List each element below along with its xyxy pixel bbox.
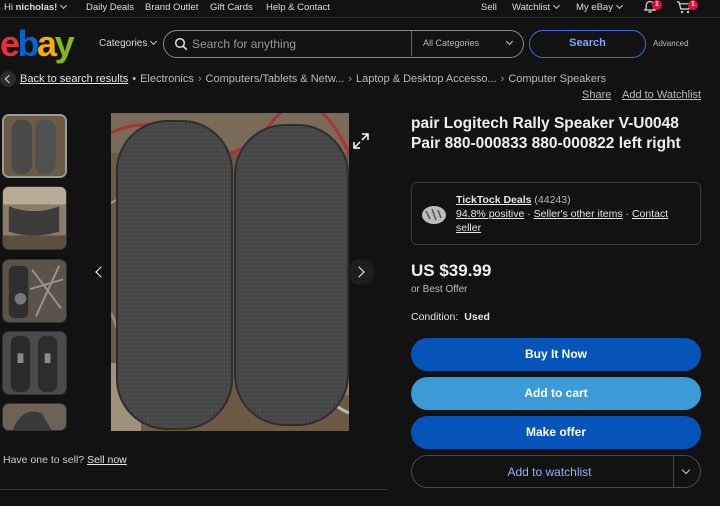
daily-deals-link[interactable]: Daily Deals (86, 2, 134, 13)
search-icon (174, 37, 188, 51)
search-input[interactable] (192, 36, 412, 52)
seller-card: TickTock Deals (44243) 94.8% positive · … (411, 182, 701, 245)
gift-cards-link[interactable]: Gift Cards (210, 2, 253, 13)
condition-label: Condition: (411, 311, 459, 323)
logo-b: b (17, 23, 40, 64)
back-arrow-icon[interactable] (0, 71, 16, 87)
watchlist-split-divider (673, 456, 674, 487)
categories-label: Categories (99, 38, 148, 49)
brand-outlet-link[interactable]: Brand Outlet (145, 2, 198, 13)
my-ebay-label: My eBay (576, 2, 613, 13)
ebay-logo[interactable]: ebay (0, 23, 75, 64)
greeting[interactable]: Hi nicholas! (4, 2, 66, 13)
expand-icon[interactable] (352, 132, 370, 150)
watchlist-label: Watchlist (512, 2, 551, 13)
add-to-watchlist-link[interactable]: Add to Watchlist (622, 89, 701, 101)
previous-image-button[interactable] (86, 259, 112, 285)
thumbnail-4[interactable] (2, 331, 67, 395)
sell-now-link[interactable]: Sell now (87, 454, 127, 466)
thumbnail-1[interactable] (2, 114, 67, 178)
search-divider (411, 31, 412, 56)
help-contact-link[interactable]: Help & Contact (266, 2, 330, 13)
greeting-name: nicholas! (15, 2, 58, 13)
make-offer-button[interactable]: Make offer (411, 416, 701, 449)
breadcrumb-item[interactable]: Computers/Tablets & Netw... (206, 73, 345, 85)
advanced-search-link[interactable]: Advanced (653, 39, 689, 48)
price: US $39.99 (411, 261, 492, 280)
seller-other-items-link[interactable]: Seller's other items (534, 208, 623, 220)
watchlist-menu[interactable]: Watchlist (512, 2, 559, 13)
seller-feedback-count: (44243) (534, 194, 571, 206)
logo-e: e (0, 23, 20, 64)
best-offer-label: or Best Offer (411, 284, 468, 295)
notification-badge: 1 (652, 0, 662, 10)
condition-value: Used (464, 311, 490, 323)
search-bar: All Categories (163, 30, 524, 58)
seller-avatar[interactable] (420, 203, 448, 225)
seller-info: TickTock Deals (44243) 94.8% positive · … (456, 194, 669, 234)
logo-y: y (54, 23, 75, 64)
my-ebay-menu[interactable]: My eBay (576, 2, 622, 13)
cart-badge: 1 (688, 0, 698, 10)
add-to-watchlist-label: Add to watchlist (507, 465, 592, 479)
breadcrumb: Back to search results • Electronics › Compu… (20, 73, 606, 85)
listing-title: pair Logitech Rally Speaker V-U0048 Pair… (411, 115, 681, 152)
add-to-cart-button[interactable]: Add to cart (411, 377, 701, 410)
share-link[interactable]: Share (582, 89, 611, 101)
breadcrumb-separator: › (197, 73, 202, 85)
categories-menu[interactable]: Categories (99, 38, 156, 49)
back-to-results-link[interactable]: Back to search results (20, 73, 128, 85)
greeting-prefix: Hi (4, 2, 16, 13)
breadcrumb-separator: › (348, 73, 352, 85)
condition: Condition: Used (411, 311, 490, 323)
next-image-button[interactable] (348, 259, 374, 285)
logo-a: a (37, 23, 57, 64)
seller-positive-link[interactable]: 94.8% positive (456, 208, 524, 220)
thumbnail-3[interactable] (2, 259, 67, 323)
seller-name-link[interactable]: TickTock Deals (456, 194, 531, 206)
top-divider (0, 17, 720, 18)
buy-it-now-button[interactable]: Buy It Now (411, 338, 701, 371)
sell-prompt-text: Have one to sell? (3, 454, 85, 466)
sell-link[interactable]: Sell (481, 2, 497, 13)
breadcrumb-dot: • (132, 73, 137, 85)
breadcrumb-item[interactable]: Computer Speakers (508, 73, 606, 85)
thumbnail-2[interactable] (2, 186, 67, 250)
breadcrumb-separator: › (500, 73, 505, 85)
chevron-down-icon (505, 37, 514, 46)
add-to-watchlist-button[interactable]: Add to watchlist (411, 455, 701, 488)
main-product-image[interactable] (111, 113, 349, 431)
sell-prompt: Have one to sell? Sell now (3, 454, 127, 466)
category-select[interactable]: All Categories (423, 38, 479, 48)
top-bar: Hi nicholas! Daily Deals Brand Outlet Gi… (0, 0, 720, 15)
thumbnail-5[interactable] (2, 403, 67, 431)
section-divider (0, 489, 388, 490)
breadcrumb-item[interactable]: Laptop & Desktop Accesso... (356, 73, 497, 85)
search-button[interactable]: Search (529, 30, 646, 58)
breadcrumb-item[interactable]: Electronics (140, 73, 194, 85)
